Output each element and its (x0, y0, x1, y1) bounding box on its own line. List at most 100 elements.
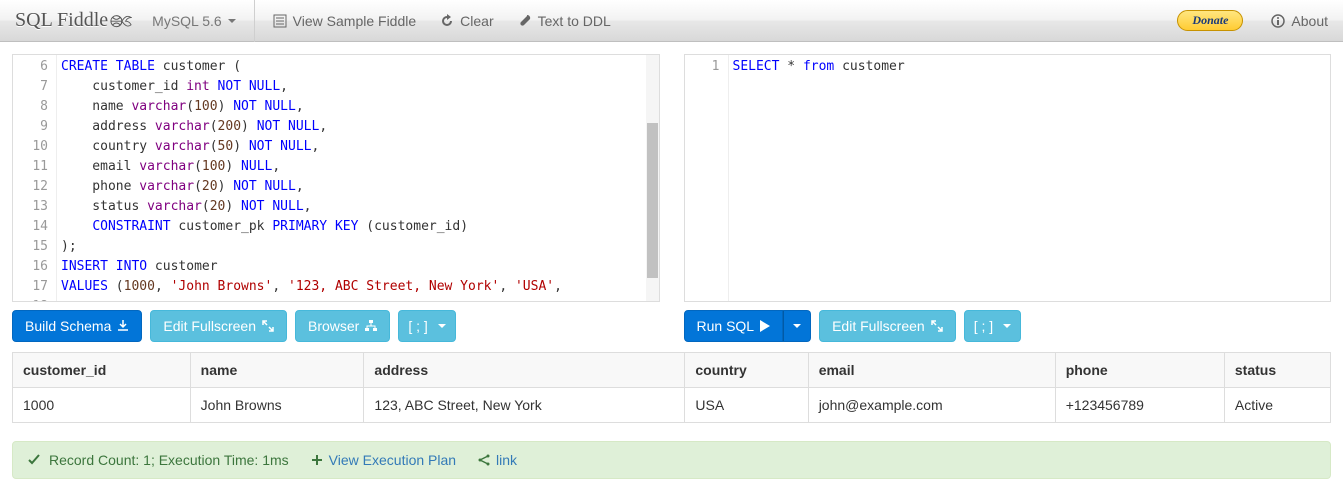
line-number: 7 (13, 77, 56, 97)
terminator-label: [ ; ] (974, 318, 993, 334)
link-button[interactable]: link (478, 452, 517, 468)
plus-icon (311, 454, 323, 466)
browser-label: Browser (308, 318, 359, 334)
view-sample-fiddle[interactable]: View Sample Fiddle (261, 0, 428, 42)
line-number: 11 (13, 157, 56, 177)
table-cell: john@example.com (808, 388, 1055, 423)
results-table: customer_idnameaddresscountryemailphones… (12, 352, 1331, 423)
line-number: 6 (13, 57, 56, 77)
run-sql-button[interactable]: Run SQL (684, 310, 784, 342)
code-line[interactable]: email varchar(100) NULL, (61, 157, 642, 177)
brand-icon (110, 12, 132, 30)
results-body: 1000John Browns123, ABC Street, New York… (13, 388, 1331, 423)
code-line[interactable]: name varchar(100) NOT NULL, (61, 97, 642, 117)
run-sql-dropdown[interactable] (783, 310, 811, 342)
info-icon (1271, 14, 1285, 28)
tree-icon (365, 320, 377, 332)
column-header: name (190, 353, 364, 388)
code-line[interactable]: VALUES (1000, 'John Browns', '123, ABC S… (61, 277, 642, 297)
query-buttons: Run SQL Edit Fullscreen [ ; ] (684, 310, 1332, 342)
column-header: address (364, 353, 685, 388)
nav-divider (254, 0, 255, 42)
table-cell: John Browns (190, 388, 364, 423)
query-editor[interactable]: 1 SELECT * from customer (684, 54, 1332, 302)
table-cell: +123456789 (1055, 388, 1224, 423)
schema-editor[interactable]: 6789101112131415161718 CREATE TABLE cust… (12, 54, 660, 302)
code-line[interactable]: address varchar(200) NOT NULL, (61, 117, 642, 137)
clear-label: Clear (460, 13, 493, 29)
browser-button[interactable]: Browser (295, 310, 390, 342)
table-cell: 1000 (13, 388, 191, 423)
code-line[interactable]: CREATE TABLE customer ( (61, 57, 642, 77)
list-icon (273, 14, 287, 28)
text-to-ddl-label: Text to DDL (538, 13, 611, 29)
code-line[interactable]: country varchar(50) NOT NULL, (61, 137, 642, 157)
edit-fullscreen-label: Edit Fullscreen (163, 318, 256, 334)
refresh-icon (440, 14, 454, 28)
results-header-row: customer_idnameaddresscountryemailphones… (13, 353, 1331, 388)
status-summary: Record Count: 1; Execution Time: 1ms (49, 452, 289, 468)
line-number: 14 (13, 217, 56, 237)
schema-scroll-thumb[interactable] (647, 123, 658, 278)
results-container: customer_idnameaddresscountryemailphones… (12, 352, 1331, 423)
schema-code[interactable]: CREATE TABLE customer ( customer_id int … (57, 55, 646, 301)
edit-fullscreen-label: Edit Fullscreen (832, 318, 925, 334)
status-summary-group: Record Count: 1; Execution Time: 1ms (27, 452, 289, 468)
schema-edit-fullscreen[interactable]: Edit Fullscreen (150, 310, 287, 342)
wrench-icon (518, 14, 532, 28)
share-icon (478, 454, 490, 466)
line-number: 12 (13, 177, 56, 197)
db-selector-label: MySQL 5.6 (152, 13, 222, 29)
table-row: 1000John Browns123, ABC Street, New York… (13, 388, 1331, 423)
exec-plan-label: View Execution Plan (329, 452, 456, 468)
brand[interactable]: SQL Fiddle (15, 9, 132, 32)
code-line[interactable]: ); (61, 237, 642, 257)
db-selector[interactable]: MySQL 5.6 (140, 13, 248, 29)
query-gutter: 1 (685, 55, 729, 301)
code-line[interactable]: INSERT INTO customer (61, 257, 642, 277)
main-panels: 6789101112131415161718 CREATE TABLE cust… (0, 42, 1343, 342)
line-number: 16 (13, 257, 56, 277)
terminator-label: [ ; ] (408, 318, 427, 334)
fullscreen-icon (931, 320, 943, 332)
clear-button[interactable]: Clear (428, 0, 505, 42)
line-number: 15 (13, 237, 56, 257)
code-line[interactable]: CONSTRAINT customer_pk PRIMARY KEY (cust… (61, 217, 642, 237)
code-line[interactable]: customer_id int NOT NULL, (61, 77, 642, 97)
line-number: 8 (13, 97, 56, 117)
run-sql-group: Run SQL (684, 310, 812, 342)
query-edit-fullscreen[interactable]: Edit Fullscreen (819, 310, 956, 342)
table-cell: USA (685, 388, 808, 423)
line-number: 17 (13, 277, 56, 297)
text-to-ddl[interactable]: Text to DDL (506, 0, 623, 42)
line-number: 10 (13, 137, 56, 157)
fullscreen-icon (262, 320, 274, 332)
column-header: phone (1055, 353, 1224, 388)
code-line[interactable]: SELECT * from customer (733, 57, 1327, 77)
build-schema-button[interactable]: Build Schema (12, 310, 142, 342)
link-label: link (496, 452, 517, 468)
donate-button[interactable]: Donate (1177, 10, 1243, 31)
status-bar: Record Count: 1; Execution Time: 1ms Vie… (12, 441, 1331, 479)
schema-terminator-dropdown[interactable]: [ ; ] (398, 310, 455, 342)
table-cell: 123, ABC Street, New York (364, 388, 685, 423)
code-line[interactable]: phone varchar(20) NOT NULL, (61, 177, 642, 197)
view-execution-plan[interactable]: View Execution Plan (311, 452, 456, 468)
about-label: About (1291, 13, 1328, 29)
about-button[interactable]: About (1259, 0, 1328, 42)
query-terminator-dropdown[interactable]: [ ; ] (964, 310, 1021, 342)
query-code[interactable]: SELECT * from customer (729, 55, 1331, 301)
brand-text: SQL Fiddle (15, 9, 108, 32)
navbar: SQL Fiddle MySQL 5.6 View Sample Fiddle … (0, 0, 1343, 42)
column-header: customer_id (13, 353, 191, 388)
column-header: email (808, 353, 1055, 388)
caret-down-icon (1003, 324, 1011, 328)
schema-panel: 6789101112131415161718 CREATE TABLE cust… (12, 54, 660, 342)
run-sql-label: Run SQL (697, 318, 755, 334)
schema-scrollbar[interactable] (646, 55, 659, 301)
build-schema-label: Build Schema (25, 318, 111, 334)
code-line[interactable]: status varchar(20) NOT NULL, (61, 197, 642, 217)
table-cell: Active (1224, 388, 1330, 423)
play-icon (760, 320, 770, 332)
caret-down-icon (793, 324, 801, 328)
